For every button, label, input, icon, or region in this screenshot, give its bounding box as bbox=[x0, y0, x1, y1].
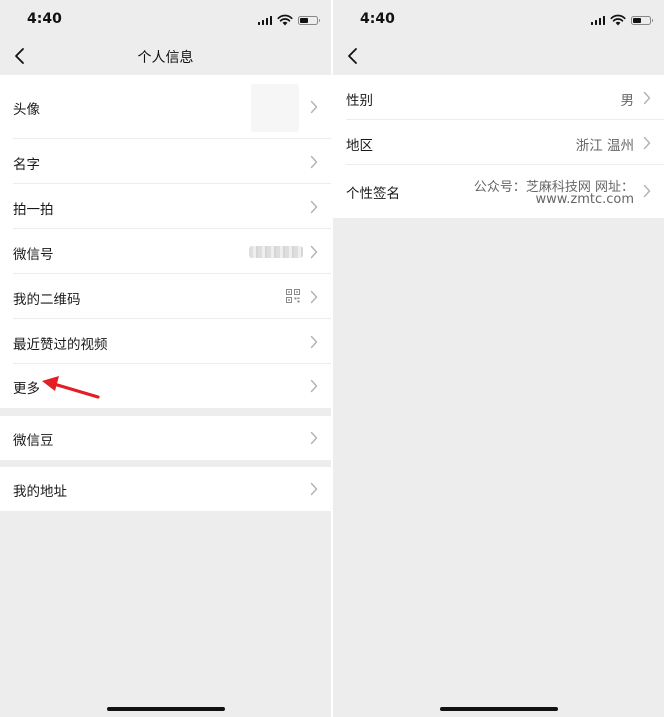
chevron-right-icon bbox=[310, 290, 318, 304]
chevron-right-icon bbox=[310, 100, 318, 114]
battery-icon bbox=[631, 15, 653, 25]
row-more[interactable]: 更多 bbox=[0, 364, 331, 408]
right-phone-screen: 4:40 性别 男 地区 浙江 温州 个性签名 公众号：芝麻科技网 网址： ww… bbox=[333, 0, 664, 717]
cellular-signal-icon bbox=[590, 15, 605, 25]
row-label: 我的地址 bbox=[13, 484, 67, 500]
signature-line-2: www.zmtc.com bbox=[535, 192, 634, 207]
row-my-address[interactable]: 我的地址 bbox=[0, 467, 331, 511]
row-label: 最近赞过的视频 bbox=[13, 337, 108, 353]
row-wechat-beans[interactable]: 微信豆 bbox=[0, 416, 331, 460]
blurred-wechat-id bbox=[249, 246, 303, 258]
chevron-right-icon bbox=[310, 200, 318, 214]
row-pat[interactable]: 拍一拍 bbox=[0, 184, 331, 229]
row-label: 更多 bbox=[13, 381, 40, 397]
left-phone-screen: 4:40 个人信息 头像 名字 拍一拍 微信号 我的二维码 最近赞过的视频 更多… bbox=[0, 0, 331, 717]
row-label: 拍一拍 bbox=[13, 202, 54, 218]
row-liked-videos[interactable]: 最近赞过的视频 bbox=[0, 319, 331, 364]
row-gender[interactable]: 性别 男 bbox=[333, 75, 664, 120]
qr-code-icon bbox=[286, 289, 300, 303]
row-signature[interactable]: 个性签名 公众号：芝麻科技网 网址： www.zmtc.com bbox=[333, 165, 664, 218]
row-label: 名字 bbox=[13, 157, 40, 173]
chevron-right-icon bbox=[310, 482, 318, 496]
chevron-right-icon bbox=[310, 431, 318, 445]
row-value: 男 bbox=[620, 93, 635, 109]
chevron-right-icon bbox=[310, 379, 318, 393]
row-label: 微信号 bbox=[13, 247, 54, 263]
avatar bbox=[251, 84, 299, 132]
row-label: 性别 bbox=[346, 93, 373, 109]
row-label: 头像 bbox=[13, 102, 40, 118]
chevron-right-icon bbox=[643, 184, 651, 198]
row-name[interactable]: 名字 bbox=[0, 139, 331, 184]
chevron-right-icon bbox=[310, 245, 318, 259]
row-value: 浙江 温州 bbox=[575, 138, 634, 154]
cellular-signal-icon bbox=[257, 15, 272, 25]
chevron-right-icon bbox=[643, 91, 651, 105]
row-avatar[interactable]: 头像 bbox=[0, 75, 331, 139]
home-indicator[interactable] bbox=[440, 707, 558, 711]
row-label: 地区 bbox=[346, 138, 373, 154]
chevron-right-icon bbox=[310, 335, 318, 349]
row-label: 我的二维码 bbox=[13, 292, 81, 308]
row-wechat-id[interactable]: 微信号 bbox=[0, 229, 331, 274]
red-arrow-annotation-icon bbox=[42, 376, 100, 399]
row-label: 微信豆 bbox=[13, 433, 54, 449]
row-qr-code[interactable]: 我的二维码 bbox=[0, 274, 331, 319]
status-bar: 4:40 bbox=[0, 0, 331, 40]
status-time: 4:40 bbox=[360, 11, 395, 27]
status-time: 4:40 bbox=[27, 11, 62, 27]
chevron-right-icon bbox=[643, 136, 651, 150]
nav-bar: 个人信息 bbox=[0, 38, 331, 74]
page-title: 个人信息 bbox=[137, 50, 194, 66]
home-indicator[interactable] bbox=[107, 707, 225, 711]
row-label: 个性签名 bbox=[346, 186, 400, 202]
status-bar: 4:40 bbox=[333, 0, 664, 40]
battery-icon bbox=[298, 15, 320, 25]
nav-bar bbox=[333, 38, 664, 74]
row-region[interactable]: 地区 浙江 温州 bbox=[333, 120, 664, 165]
wifi-icon bbox=[610, 14, 626, 26]
wifi-icon bbox=[277, 14, 293, 26]
chevron-right-icon bbox=[310, 155, 318, 169]
back-icon[interactable] bbox=[343, 44, 363, 68]
